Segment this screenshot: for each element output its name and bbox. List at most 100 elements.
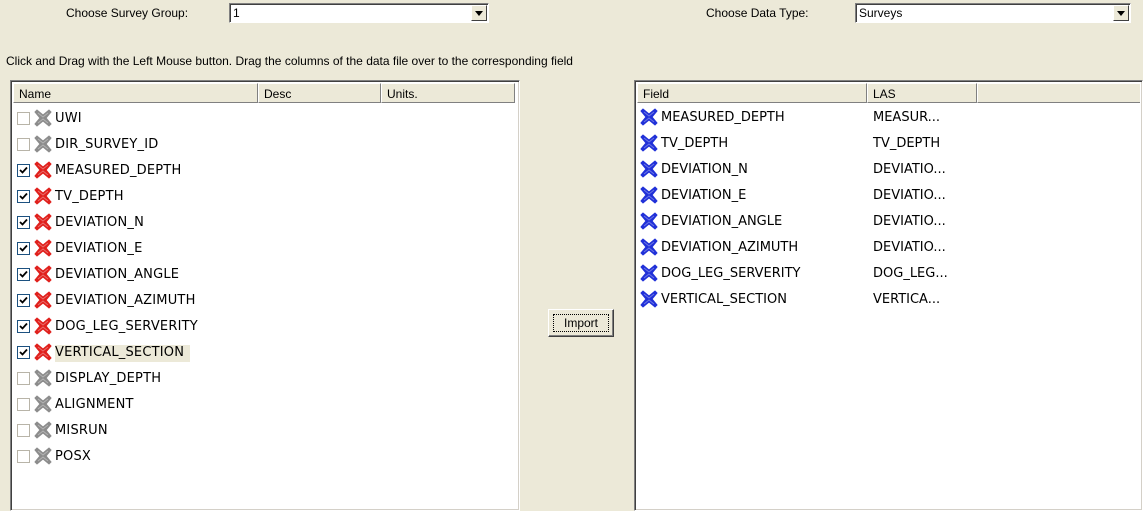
- target-field-name: DOG_LEG_SERVERITY: [661, 266, 801, 281]
- survey-group-dropdown[interactable]: 1: [229, 3, 489, 23]
- gray-cross-icon: [33, 394, 53, 414]
- include-checkbox[interactable]: [17, 320, 30, 333]
- target-field-row[interactable]: MEASURED_DEPTH MEASUR...: [639, 105, 1109, 131]
- import-button-label: Import: [553, 314, 609, 332]
- include-checkbox[interactable]: [17, 450, 30, 463]
- include-checkbox[interactable]: [17, 398, 30, 411]
- source-column-row[interactable]: MEASURED_DEPTH: [15, 158, 515, 184]
- include-checkbox[interactable]: [17, 138, 30, 151]
- import-button[interactable]: Import: [548, 309, 614, 337]
- target-field-las: DEVIATIO...: [873, 240, 946, 255]
- include-checkbox[interactable]: [17, 346, 30, 359]
- source-column-name: UWI: [55, 111, 82, 126]
- red-cross-icon: [33, 342, 53, 362]
- include-checkbox[interactable]: [17, 372, 30, 385]
- red-cross-icon: [33, 238, 53, 258]
- gray-cross-icon: [33, 446, 53, 466]
- instructions-text: Click and Drag with the Left Mouse butto…: [6, 54, 573, 68]
- blue-cross-icon: [639, 159, 659, 179]
- blue-cross-icon: [639, 289, 659, 309]
- survey-group-label: Choose Survey Group:: [66, 6, 189, 20]
- source-column-row[interactable]: POSX: [15, 444, 515, 470]
- column-header-desc[interactable]: Desc: [258, 83, 381, 103]
- column-header-name[interactable]: Name: [13, 83, 258, 103]
- include-checkbox[interactable]: [17, 190, 30, 203]
- include-checkbox[interactable]: [17, 164, 30, 177]
- include-checkbox[interactable]: [17, 242, 30, 255]
- source-column-name: DEVIATION_AZIMUTH: [55, 293, 196, 308]
- include-checkbox[interactable]: [17, 216, 30, 229]
- column-header-field[interactable]: Field: [637, 83, 867, 103]
- target-field-row[interactable]: VERTICAL_SECTION VERTICA...: [639, 287, 1109, 313]
- source-column-name: MISRUN: [55, 423, 108, 438]
- include-checkbox[interactable]: [17, 268, 30, 281]
- source-column-row[interactable]: TV_DEPTH: [15, 184, 515, 210]
- red-cross-icon: [33, 186, 53, 206]
- target-field-name: DEVIATION_ANGLE: [661, 214, 783, 229]
- target-field-las: DEVIATIO...: [873, 214, 946, 229]
- include-checkbox[interactable]: [17, 112, 30, 125]
- target-field-row[interactable]: DEVIATION_AZIMUTH DEVIATIO...: [639, 235, 1109, 261]
- target-fields-list[interactable]: Field LAS MEASURED_DEPTH MEASUR... TV_DEPT…: [634, 80, 1143, 511]
- red-cross-icon: [33, 264, 53, 284]
- data-type-dropdown[interactable]: Surveys: [855, 3, 1131, 23]
- source-column-row[interactable]: DEVIATION_E: [15, 236, 515, 262]
- source-column-name: VERTICAL_SECTION: [55, 345, 191, 362]
- target-field-las: VERTICA...: [873, 292, 941, 307]
- column-header-las[interactable]: LAS: [867, 83, 977, 103]
- target-fields-header: Field LAS: [637, 83, 1140, 103]
- red-cross-icon: [33, 160, 53, 180]
- target-field-row[interactable]: DEVIATION_N DEVIATIO...: [639, 157, 1109, 183]
- include-checkbox[interactable]: [17, 294, 30, 307]
- red-cross-icon: [33, 290, 53, 310]
- source-column-row[interactable]: ALIGNMENT: [15, 392, 515, 418]
- source-column-row[interactable]: DEVIATION_AZIMUTH: [15, 288, 515, 314]
- target-field-row[interactable]: DEVIATION_ANGLE DEVIATIO...: [639, 209, 1109, 235]
- survey-group-dropdown-arrow-icon[interactable]: [471, 5, 487, 21]
- column-header-empty: [977, 83, 1140, 103]
- source-column-name: DEVIATION_N: [55, 215, 144, 230]
- blue-cross-icon: [639, 107, 659, 127]
- blue-cross-icon: [639, 133, 659, 153]
- data-type-label: Choose Data Type:: [706, 6, 809, 20]
- source-columns-list[interactable]: Name Desc Units. UWI DIR_SURVEY_ID MEASURE…: [10, 80, 520, 511]
- source-column-name: ALIGNMENT: [55, 397, 134, 412]
- data-type-dropdown-arrow-icon[interactable]: [1113, 5, 1129, 21]
- source-column-name: DEVIATION_E: [55, 241, 143, 256]
- gray-cross-icon: [33, 420, 53, 440]
- gray-cross-icon: [33, 134, 53, 154]
- source-column-row[interactable]: UWI: [15, 106, 515, 132]
- include-checkbox[interactable]: [17, 424, 30, 437]
- source-column-row[interactable]: DIR_SURVEY_ID: [15, 132, 515, 158]
- column-header-units[interactable]: Units.: [381, 83, 515, 103]
- source-column-row[interactable]: DOG_LEG_SERVERITY: [15, 314, 515, 340]
- source-column-row[interactable]: DEVIATION_N: [15, 210, 515, 236]
- data-type-value: Surveys: [859, 6, 903, 20]
- source-column-name: DIR_SURVEY_ID: [55, 137, 159, 152]
- target-field-row[interactable]: DEVIATION_E DEVIATIO...: [639, 183, 1109, 209]
- source-column-row[interactable]: VERTICAL_SECTION: [15, 340, 515, 366]
- blue-cross-icon: [639, 185, 659, 205]
- source-column-name: TV_DEPTH: [55, 189, 124, 204]
- target-field-las: DEVIATIO...: [873, 188, 946, 203]
- gray-cross-icon: [33, 108, 53, 128]
- target-field-row[interactable]: TV_DEPTH TV_DEPTH: [639, 131, 1109, 157]
- source-column-row[interactable]: MISRUN: [15, 418, 515, 444]
- source-column-name: DOG_LEG_SERVERITY: [55, 319, 198, 334]
- target-field-name: DEVIATION_N: [661, 162, 748, 177]
- blue-cross-icon: [639, 237, 659, 257]
- source-column-name: POSX: [55, 449, 92, 464]
- target-field-name: DEVIATION_AZIMUTH: [661, 240, 799, 255]
- red-cross-icon: [33, 212, 53, 232]
- target-field-name: VERTICAL_SECTION: [661, 292, 787, 307]
- source-columns-header: Name Desc Units.: [13, 83, 517, 103]
- source-column-row[interactable]: DEVIATION_ANGLE: [15, 262, 515, 288]
- target-field-las: DOG_LEG...: [873, 266, 948, 281]
- target-field-name: DEVIATION_E: [661, 188, 747, 203]
- source-column-name: DEVIATION_ANGLE: [55, 267, 180, 282]
- target-field-row[interactable]: DOG_LEG_SERVERITY DOG_LEG...: [639, 261, 1109, 287]
- target-field-name: MEASURED_DEPTH: [661, 110, 785, 125]
- red-cross-icon: [33, 316, 53, 336]
- source-column-row[interactable]: DISPLAY_DEPTH: [15, 366, 515, 392]
- gray-cross-icon: [33, 368, 53, 388]
